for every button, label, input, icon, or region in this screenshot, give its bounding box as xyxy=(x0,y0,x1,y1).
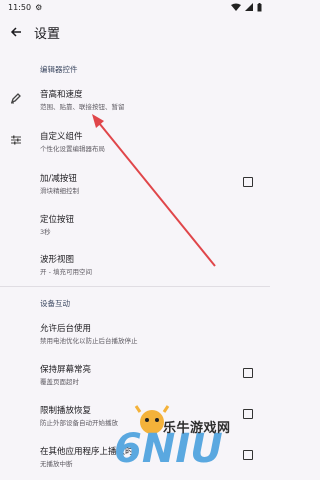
setting-subtitle: 禁用电池优化以防止后台播放停止 xyxy=(40,337,138,345)
setting-pitch-speed[interactable]: 音高和速度 范围、贴靠、联接按钮、暂留 xyxy=(0,84,270,114)
app-bar: 设置 xyxy=(0,14,270,50)
setting-waveform-view[interactable]: 波形视图 开 - 填充可用空间 xyxy=(0,249,270,279)
wifi-icon xyxy=(231,3,241,11)
setting-allow-background[interactable]: 允许后台使用 禁用电池优化以防止后台播放停止 xyxy=(0,318,270,348)
setting-keep-screen-on[interactable]: 保持屏幕常亮 覆盖页面超时 xyxy=(0,359,270,389)
section-header-device-interaction: 设备互动 xyxy=(40,299,70,308)
setting-subtitle: 滑块精细控制 xyxy=(40,187,79,195)
section-divider xyxy=(0,286,270,287)
setting-subtitle: 覆盖页面超时 xyxy=(40,378,79,386)
sliders-icon xyxy=(9,133,23,147)
setting-subtitle: 范围、贴靠、联接按钮、暂留 xyxy=(40,103,125,111)
status-bar: 11:50 ⚙ xyxy=(0,0,270,14)
setting-seek-buttons[interactable]: 定位按钮 3秒 xyxy=(0,209,270,239)
setting-subtitle: 防止外部设备自动开始播放 xyxy=(40,419,118,427)
setting-title: 音高和速度 xyxy=(40,90,83,100)
setting-title: 加/减按钮 xyxy=(40,174,77,184)
setting-subtitle: 3秒 xyxy=(40,228,51,236)
setting-title: 自定义组件 xyxy=(40,132,83,142)
section-header-editor-controls: 编辑器控件 xyxy=(40,65,78,74)
setting-title: 限制播放恢复 xyxy=(40,406,92,416)
setting-title: 保持屏幕常亮 xyxy=(40,365,92,375)
pencil-icon xyxy=(9,91,23,105)
arrow-left-icon xyxy=(10,27,21,37)
signal-icon xyxy=(245,3,253,11)
page-title: 设置 xyxy=(34,26,61,42)
keep-screen-on-checkbox[interactable] xyxy=(243,368,253,378)
watermark: 6NIU 乐牛游戏网 xyxy=(110,402,270,474)
setting-plus-minus-buttons[interactable]: 加/减按钮 滑块精细控制 xyxy=(0,168,270,198)
setting-custom-widgets[interactable]: 自定义组件 个性化设置编辑器布局 xyxy=(0,126,270,156)
battery-icon xyxy=(257,2,262,11)
setting-title: 定位按钮 xyxy=(40,215,75,225)
plus-minus-checkbox[interactable] xyxy=(243,177,253,187)
setting-subtitle: 个性化设置编辑器布局 xyxy=(40,145,105,153)
settings-gear-icon: ⚙ xyxy=(35,2,43,12)
back-button[interactable] xyxy=(6,22,26,42)
setting-subtitle: 开 - 填充可用空间 xyxy=(40,268,92,276)
watermark-text: 乐牛游戏网 xyxy=(163,421,231,436)
setting-title: 允许后台使用 xyxy=(40,324,92,334)
status-time: 11:50 xyxy=(8,2,32,12)
setting-title: 波形视图 xyxy=(40,255,75,265)
setting-subtitle: 无播放中断 xyxy=(40,460,73,468)
